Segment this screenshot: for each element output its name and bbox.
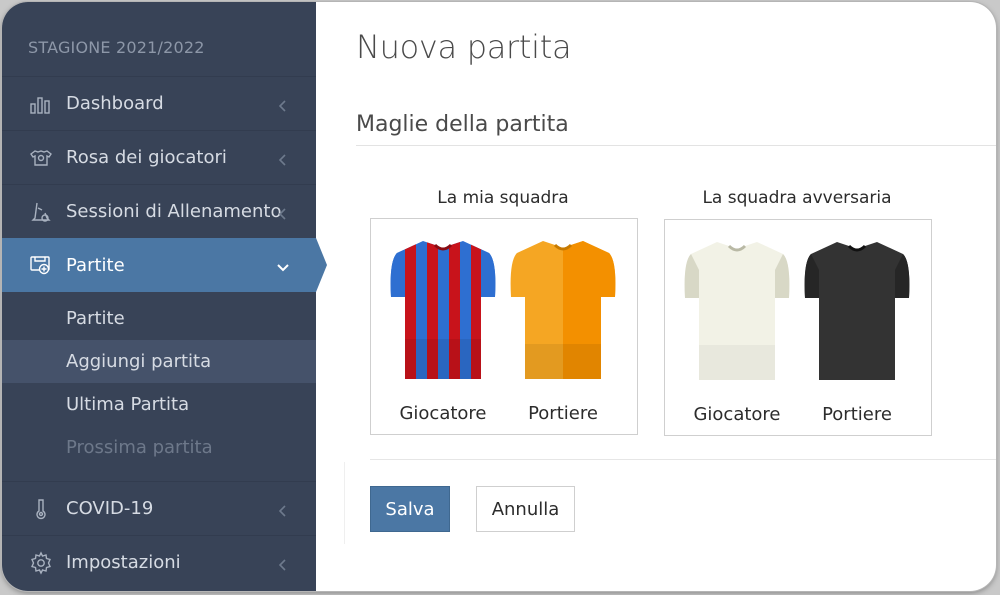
my-player-label: Giocatore	[399, 403, 487, 424]
chevron-left-icon	[276, 151, 290, 166]
opponent-player-shirt[interactable]	[683, 240, 791, 382]
training-icon	[28, 199, 54, 225]
sidebar-subitem-next-match[interactable]: Prossima partita	[2, 426, 316, 469]
cancel-button[interactable]: Annulla	[476, 486, 575, 532]
opponent-team-label: La squadra avversaria	[702, 188, 892, 208]
bar-chart-icon	[28, 91, 54, 117]
page-title: Nuova partita	[356, 28, 572, 66]
my-team-kit-box: Giocatore Portiere	[370, 218, 638, 435]
my-player-shirt[interactable]	[389, 239, 497, 381]
sidebar-item-players[interactable]: Rosa dei giocatori	[2, 130, 316, 184]
my-team-label: La mia squadra	[437, 188, 569, 208]
sidebar-item-matches[interactable]: Partite	[2, 238, 316, 292]
app-window: STAGIONE 2021/2022 Dashboard Rosa dei gi…	[2, 2, 996, 591]
season-label: STAGIONE 2021/2022	[28, 38, 205, 57]
main-content: Nuova partita Maglie della partita La mi…	[316, 2, 996, 591]
divider	[356, 145, 996, 146]
match-icon	[28, 252, 54, 278]
chevron-left-icon	[276, 502, 290, 517]
chevron-left-icon	[276, 205, 290, 220]
sidebar-item-label: Dashboard	[66, 93, 164, 114]
chevron-left-icon	[276, 97, 290, 112]
opponent-goalkeeper-shirt[interactable]	[803, 240, 911, 382]
gear-icon	[28, 550, 54, 576]
chevron-down-icon	[276, 258, 290, 272]
divider	[370, 459, 996, 460]
sidebar-item-dashboard[interactable]: Dashboard	[2, 76, 316, 130]
sidebar-item-label: COVID-19	[66, 498, 154, 519]
thermometer-icon	[28, 496, 54, 522]
sidebar-item-label: Partite	[66, 254, 125, 276]
sidebar: STAGIONE 2021/2022 Dashboard Rosa dei gi…	[2, 2, 327, 591]
sidebar-item-covid[interactable]: COVID-19	[2, 481, 316, 535]
section-title: Maglie della partita	[356, 112, 569, 137]
opponent-kit-box: Giocatore Portiere	[664, 219, 932, 436]
save-button[interactable]: Salva	[370, 486, 450, 532]
my-goalkeeper-shirt[interactable]	[509, 239, 617, 381]
sidebar-item-label: Impostazioni	[66, 552, 181, 573]
sidebar-subitem-add-match[interactable]: Aggiungi partita	[2, 340, 316, 383]
sidebar-item-label: Rosa dei giocatori	[66, 147, 227, 168]
divider	[344, 462, 345, 544]
sidebar-subitem-matches[interactable]: Partite	[2, 297, 316, 340]
opponent-goalkeeper-label: Portiere	[822, 404, 892, 425]
chevron-left-icon	[276, 556, 290, 571]
sidebar-subitem-last-match[interactable]: Ultima Partita	[2, 383, 316, 426]
sidebar-item-training[interactable]: Sessioni di Allenamento	[2, 184, 316, 238]
players-icon	[28, 145, 54, 171]
sidebar-item-label: Sessioni di Allenamento	[66, 201, 282, 222]
sidebar-item-settings[interactable]: Impostazioni	[2, 535, 316, 589]
my-goalkeeper-label: Portiere	[528, 403, 598, 424]
opponent-player-label: Giocatore	[693, 404, 781, 425]
